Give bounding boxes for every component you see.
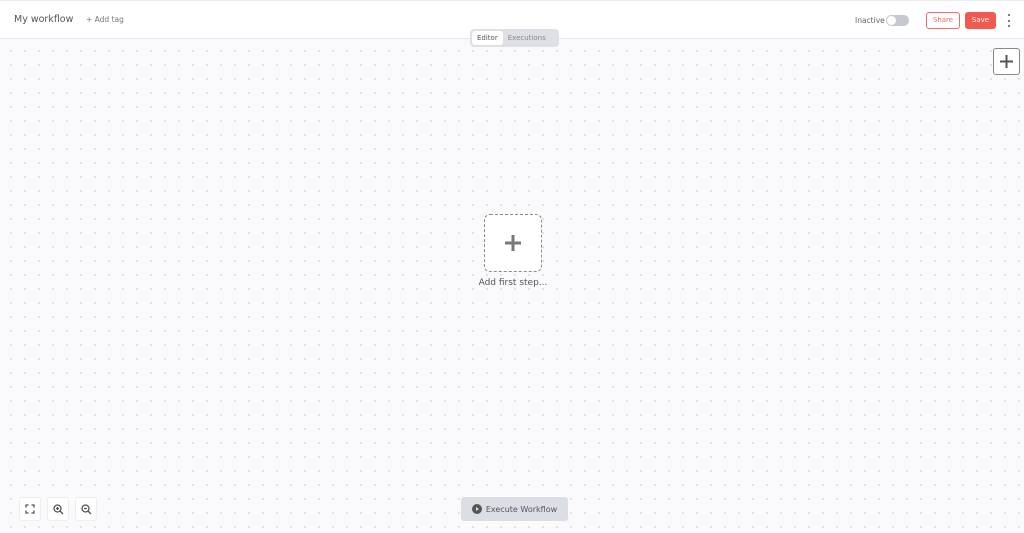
fit-view-icon	[25, 504, 35, 514]
tab-editor[interactable]: Editor	[472, 31, 503, 45]
workflow-name[interactable]: My workflow	[14, 14, 73, 25]
fit-view-button[interactable]	[19, 497, 41, 521]
zoom-out-button[interactable]	[75, 497, 97, 521]
zoom-out-icon	[80, 503, 91, 514]
zoom-in-button[interactable]	[47, 497, 69, 521]
execute-workflow-button[interactable]: Execute Workflow	[461, 497, 568, 521]
zoom-controls	[19, 497, 97, 521]
view-tabs: Editor Executions	[470, 29, 559, 47]
add-node-button[interactable]	[993, 48, 1020, 75]
tab-executions[interactable]: Executions	[503, 31, 551, 45]
share-button[interactable]: Share	[926, 12, 960, 29]
play-icon	[471, 504, 482, 514]
add-first-step-button[interactable]	[484, 214, 542, 272]
plus-icon	[505, 235, 521, 251]
execute-workflow-label: Execute Workflow	[485, 504, 558, 514]
save-button[interactable]: Save	[965, 12, 996, 29]
zoom-in-icon	[52, 503, 63, 514]
active-toggle[interactable]	[886, 15, 909, 26]
active-status-label: Inactive	[855, 16, 885, 25]
add-tag-link[interactable]: + Add tag	[86, 15, 124, 24]
more-vertical-icon[interactable]	[1006, 14, 1012, 27]
plus-icon	[1000, 55, 1013, 68]
toggle-knob	[887, 16, 896, 25]
add-first-step-label: Add first step...	[478, 278, 548, 288]
